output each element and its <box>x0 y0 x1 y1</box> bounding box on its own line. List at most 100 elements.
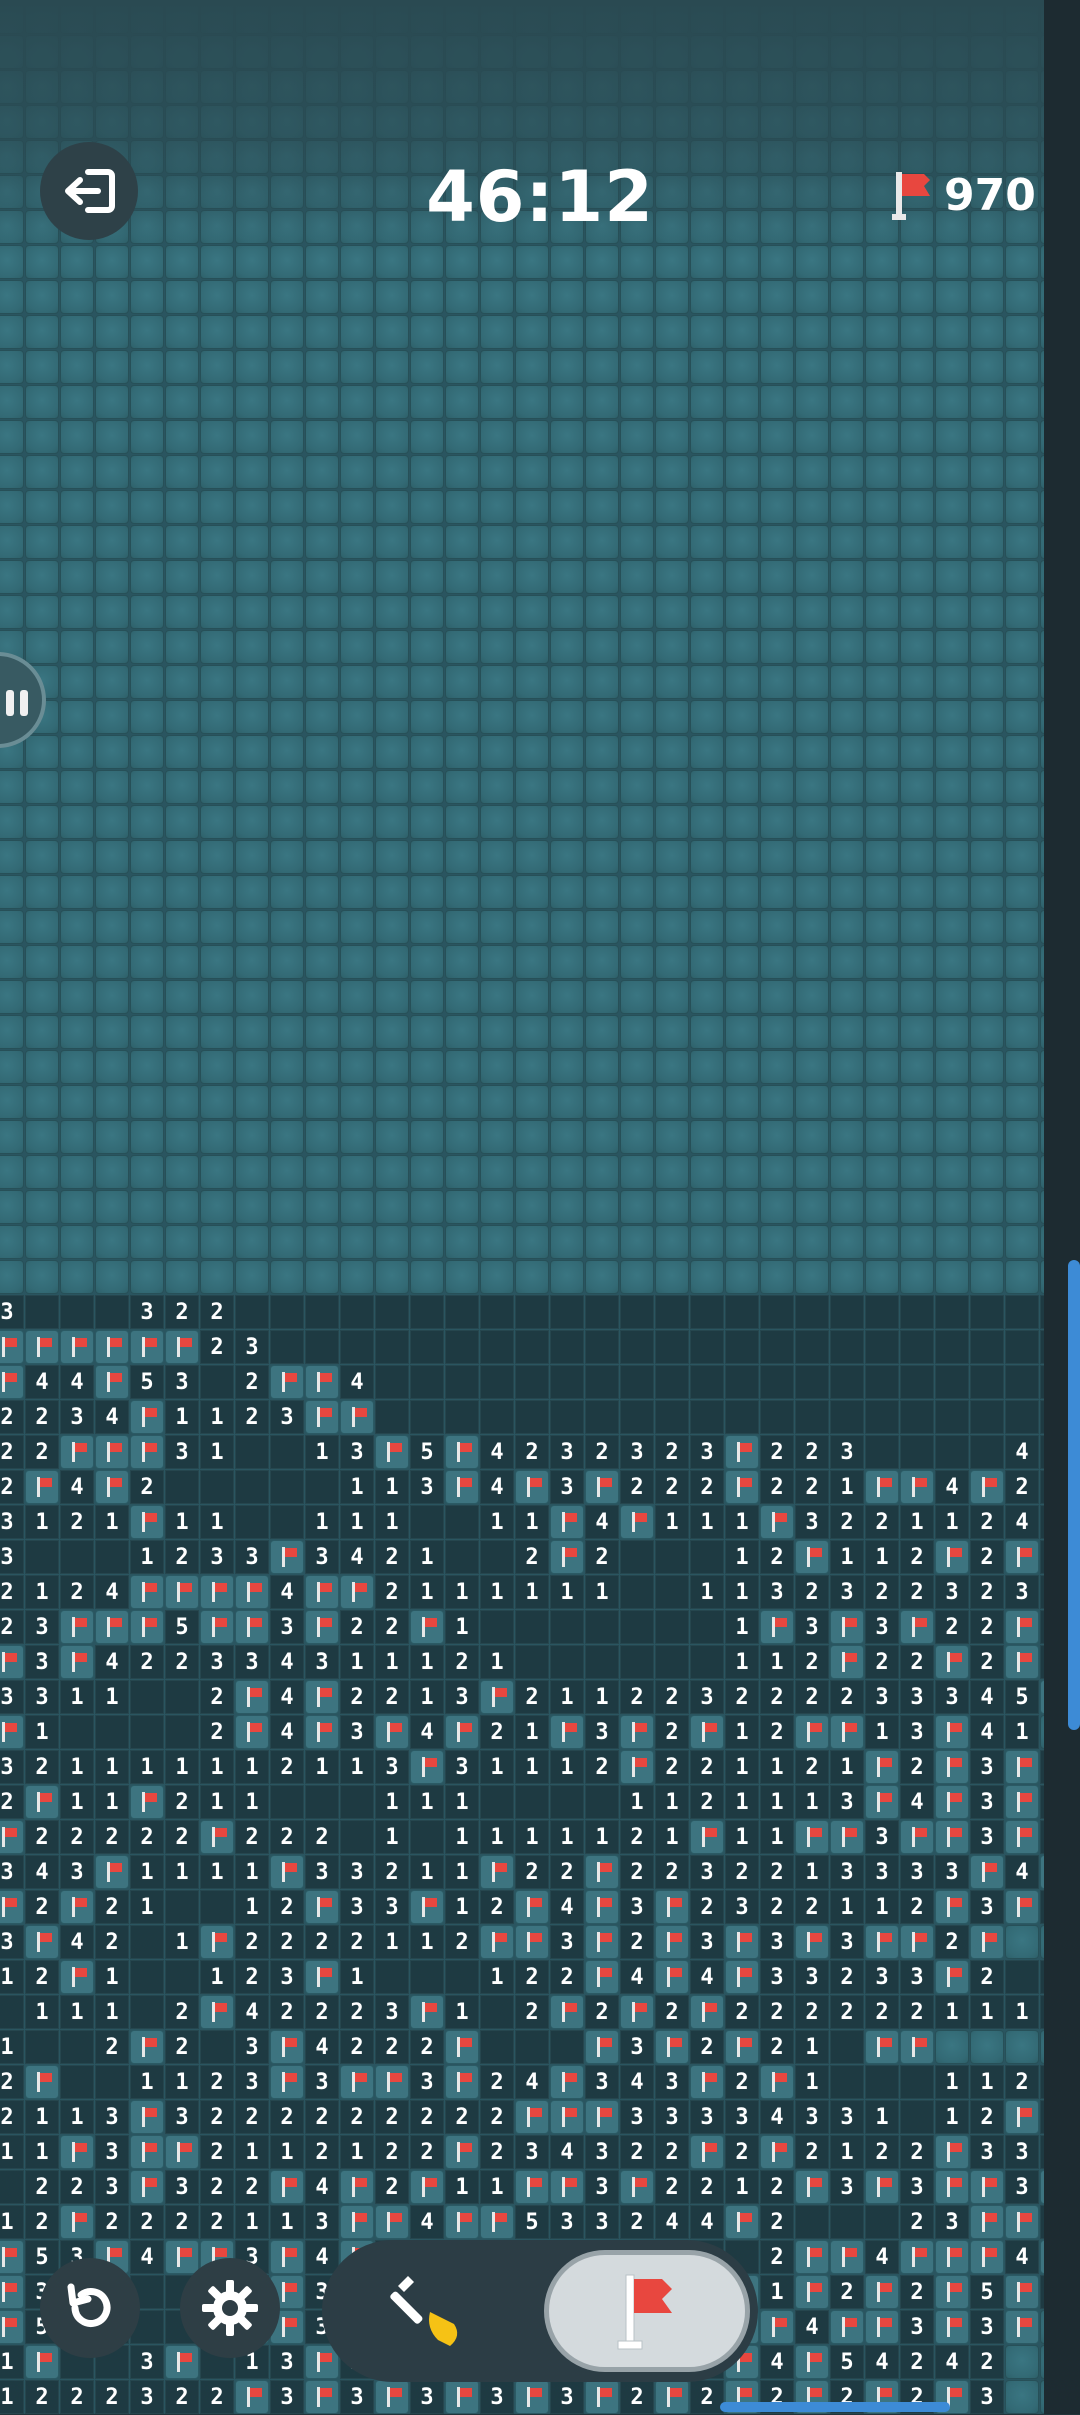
number-cell[interactable]: 3 <box>1005 2170 1039 2204</box>
hidden-cell[interactable] <box>690 1015 724 1049</box>
hidden-cell[interactable] <box>935 1260 969 1294</box>
flagged-cell[interactable] <box>60 1330 94 1364</box>
number-cell[interactable]: 2 <box>655 1680 689 1714</box>
hidden-cell[interactable] <box>970 700 1004 734</box>
hidden-cell[interactable] <box>165 1015 199 1049</box>
number-cell[interactable]: 1 <box>340 1505 374 1539</box>
number-cell[interactable]: 2 <box>550 1855 584 1889</box>
hidden-cell[interactable] <box>935 875 969 909</box>
number-cell[interactable]: 1 <box>200 1855 234 1889</box>
number-cell[interactable]: 1 <box>690 1505 724 1539</box>
hidden-cell[interactable] <box>725 245 759 279</box>
hidden-cell[interactable] <box>970 1050 1004 1084</box>
hidden-cell[interactable] <box>130 455 164 489</box>
hidden-cell[interactable] <box>445 945 479 979</box>
hidden-cell[interactable] <box>760 1155 794 1189</box>
flagged-cell[interactable] <box>340 1400 374 1434</box>
number-cell[interactable]: 2 <box>900 1995 934 2029</box>
hidden-cell[interactable] <box>410 910 444 944</box>
hidden-cell[interactable] <box>60 840 94 874</box>
hidden-cell[interactable] <box>690 945 724 979</box>
number-cell[interactable]: 4 <box>585 1505 619 1539</box>
number-cell[interactable]: 1 <box>25 1995 59 2029</box>
number-cell[interactable]: 2 <box>25 1435 59 1469</box>
flagged-cell[interactable] <box>165 1330 199 1364</box>
number-cell[interactable]: 1 <box>515 1505 549 1539</box>
flagged-cell[interactable] <box>725 2205 759 2239</box>
flagged-cell[interactable] <box>480 1855 514 1889</box>
number-cell[interactable]: 4 <box>480 1470 514 1504</box>
number-cell[interactable]: 3 <box>165 2170 199 2204</box>
hidden-cell[interactable] <box>760 910 794 944</box>
hidden-cell[interactable] <box>900 455 934 489</box>
number-cell[interactable]: 3 <box>25 1610 59 1644</box>
flagged-cell[interactable] <box>865 1785 899 1819</box>
hidden-cell[interactable] <box>60 490 94 524</box>
hidden-cell[interactable] <box>970 1120 1004 1154</box>
hidden-cell[interactable] <box>375 1260 409 1294</box>
number-cell[interactable]: 2 <box>165 2205 199 2239</box>
hidden-cell[interactable] <box>60 525 94 559</box>
number-cell[interactable]: 3 <box>900 1680 934 1714</box>
number-cell[interactable]: 1 <box>725 2170 759 2204</box>
hidden-cell[interactable] <box>550 280 584 314</box>
hidden-cell[interactable] <box>0 1260 24 1294</box>
number-cell[interactable]: 2 <box>270 1890 304 1924</box>
hidden-cell[interactable] <box>130 840 164 874</box>
number-cell[interactable]: 3 <box>1005 1575 1039 1609</box>
hidden-cell[interactable] <box>830 770 864 804</box>
flagged-cell[interactable] <box>655 2030 689 2064</box>
number-cell[interactable]: 1 <box>550 1575 584 1609</box>
hidden-cell[interactable] <box>60 665 94 699</box>
flagged-cell[interactable] <box>1005 2275 1039 2309</box>
hidden-cell[interactable] <box>340 1015 374 1049</box>
hidden-cell[interactable] <box>340 840 374 874</box>
number-cell[interactable]: 2 <box>60 1505 94 1539</box>
hidden-cell[interactable] <box>725 350 759 384</box>
hidden-cell[interactable] <box>970 665 1004 699</box>
flagged-cell[interactable] <box>95 1855 129 1889</box>
number-cell[interactable]: 1 <box>95 1750 129 1784</box>
hidden-cell[interactable] <box>725 630 759 664</box>
hidden-cell[interactable] <box>935 2030 969 2064</box>
hidden-cell[interactable] <box>690 1120 724 1154</box>
hidden-cell[interactable] <box>25 630 59 664</box>
hidden-cell[interactable] <box>900 1260 934 1294</box>
number-cell[interactable]: 1 <box>235 2205 269 2239</box>
hidden-cell[interactable] <box>0 595 24 629</box>
hidden-cell[interactable] <box>340 1190 374 1224</box>
hidden-cell[interactable] <box>25 945 59 979</box>
hidden-cell[interactable] <box>725 1155 759 1189</box>
hidden-cell[interactable] <box>480 385 514 419</box>
hidden-cell[interactable] <box>0 840 24 874</box>
hidden-cell[interactable] <box>480 665 514 699</box>
number-cell[interactable]: 2 <box>760 2240 794 2274</box>
hidden-cell[interactable] <box>95 1120 129 1154</box>
number-cell[interactable]: 3 <box>830 2100 864 2134</box>
hidden-cell[interactable] <box>375 560 409 594</box>
hidden-cell[interactable] <box>760 840 794 874</box>
flagged-cell[interactable] <box>200 1995 234 2029</box>
number-cell[interactable]: 2 <box>725 2065 759 2099</box>
hidden-cell[interactable] <box>830 1190 864 1224</box>
number-cell[interactable]: 5 <box>410 1435 444 1469</box>
number-cell[interactable]: 2 <box>0 1785 24 1819</box>
hidden-cell[interactable] <box>235 350 269 384</box>
hidden-cell[interactable] <box>60 910 94 944</box>
number-cell[interactable]: 4 <box>865 2240 899 2274</box>
hidden-cell[interactable] <box>725 1050 759 1084</box>
hidden-cell[interactable] <box>900 630 934 664</box>
hidden-cell[interactable] <box>480 1120 514 1154</box>
hidden-cell[interactable] <box>865 945 899 979</box>
hidden-cell[interactable] <box>620 1225 654 1259</box>
hidden-cell[interactable] <box>270 1155 304 1189</box>
hidden-cell[interactable] <box>305 1190 339 1224</box>
number-cell[interactable]: 1 <box>0 2380 24 2414</box>
hidden-cell[interactable] <box>200 455 234 489</box>
number-cell[interactable]: 3 <box>0 1295 24 1329</box>
number-cell[interactable]: 1 <box>235 1855 269 1889</box>
hidden-cell[interactable] <box>60 1120 94 1154</box>
hidden-cell[interactable] <box>445 595 479 629</box>
number-cell[interactable]: 1 <box>270 2135 304 2169</box>
hidden-cell[interactable] <box>130 630 164 664</box>
